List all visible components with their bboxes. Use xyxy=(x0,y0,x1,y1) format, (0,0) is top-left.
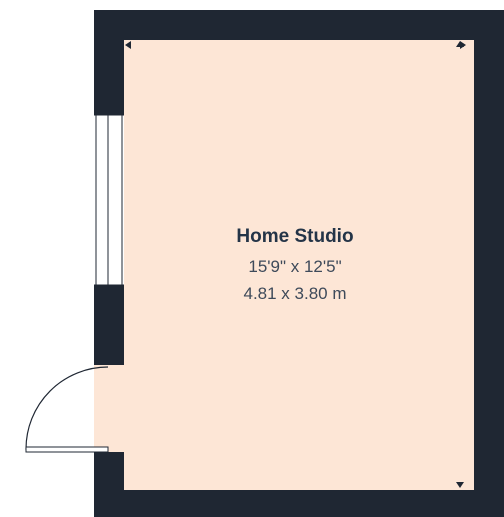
room-dimensions-imperial: 15'9" x 12'5" xyxy=(248,257,341,276)
floor-plan: Home Studio 15'9" x 12'5" 4.81 x 3.80 m xyxy=(25,10,504,517)
room-name-label: Home Studio xyxy=(236,226,353,247)
window xyxy=(94,114,124,286)
door-opening xyxy=(94,365,124,452)
room-dimensions-metric: 4.81 x 3.80 m xyxy=(243,284,346,303)
